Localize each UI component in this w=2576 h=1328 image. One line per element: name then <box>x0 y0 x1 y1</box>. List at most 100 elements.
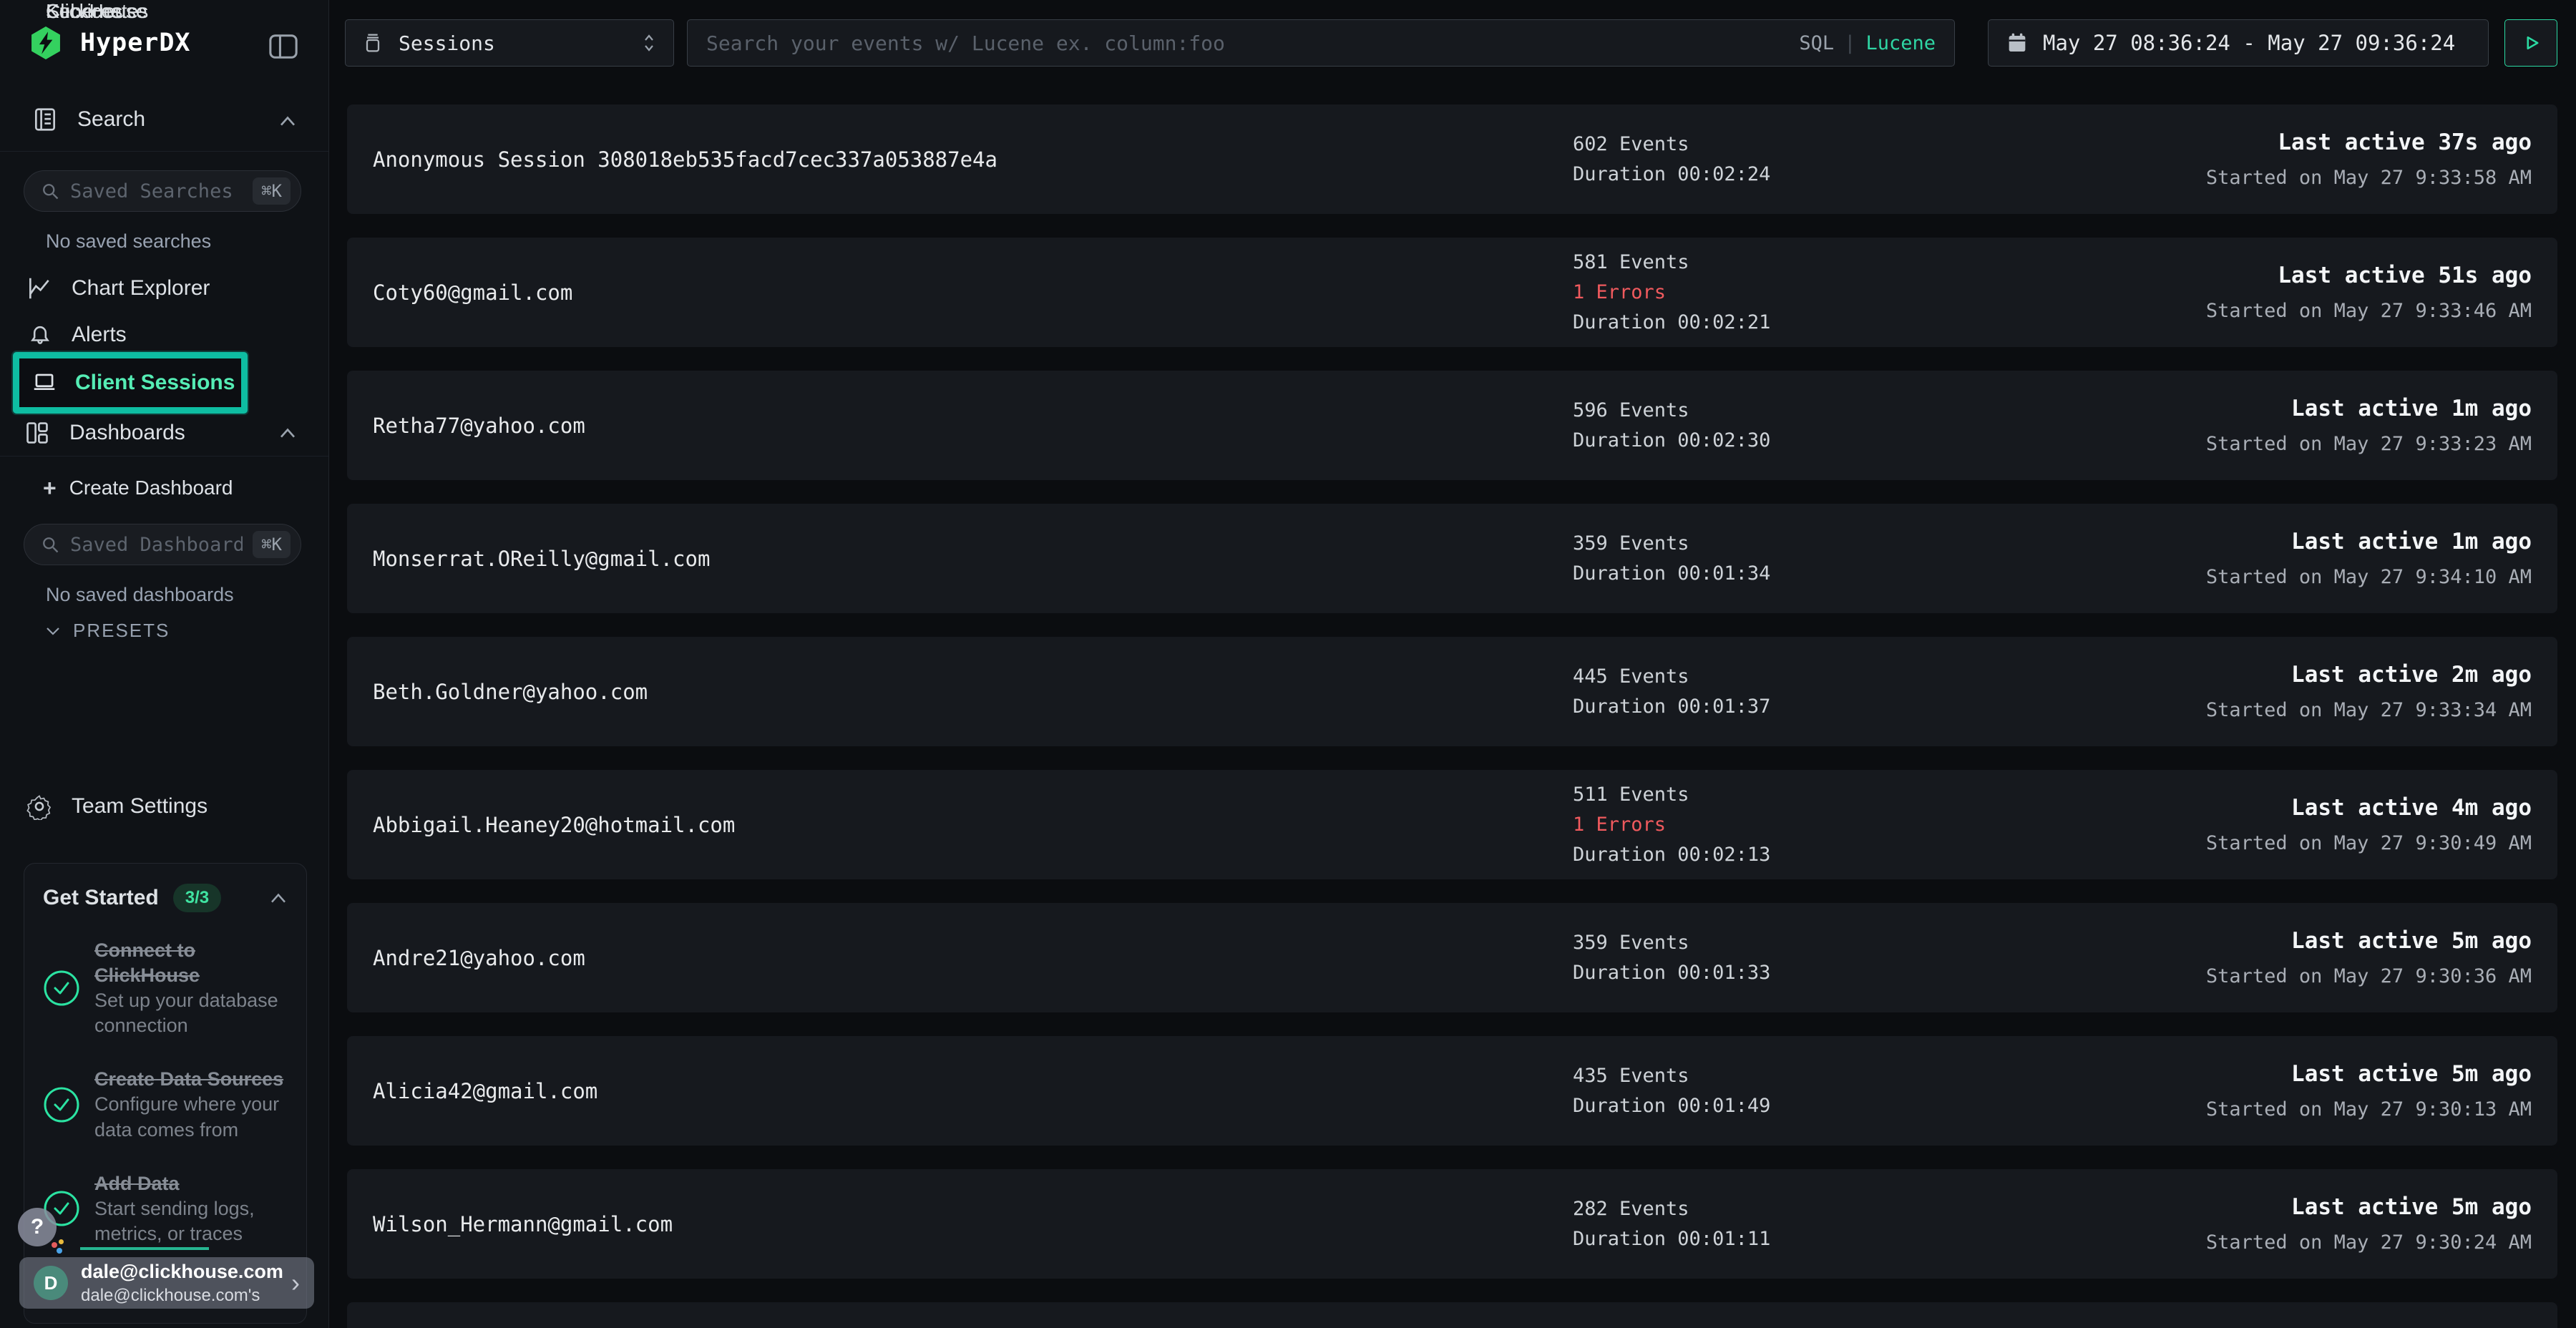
session-last-active: Last active 51s ago <box>2278 263 2532 288</box>
chevron-up-icon[interactable] <box>278 426 297 439</box>
session-times: Last active 5m ago Started on May 27 9:3… <box>2088 928 2532 987</box>
sidebar-collapse-icon[interactable] <box>267 31 300 62</box>
get-started-step-text: Connect to ClickHouse Set up your databa… <box>94 938 288 1038</box>
session-times: Last active 5m ago Started on May 27 9:3… <box>2088 1061 2532 1120</box>
get-started-step[interactable]: Connect to ClickHouse Set up your databa… <box>43 938 288 1038</box>
search-icon <box>40 181 60 201</box>
help-button[interactable]: ? <box>18 1208 57 1246</box>
session-events: 511 Events <box>1573 783 2088 806</box>
dashboards-label: Dashboards <box>69 421 185 445</box>
alerts-label: Alerts <box>72 323 127 347</box>
presets-toggle[interactable]: PRESETS <box>44 620 170 642</box>
shortcut-badge: ⌘K <box>253 531 291 558</box>
session-title: Abbigail.Heaney20@hotmail.com <box>373 813 1573 837</box>
session-duration: Duration 00:02:24 <box>1573 163 2088 185</box>
session-row[interactable]: Anonymous Session 308018eb535facd7cec337… <box>347 104 2557 214</box>
get-started-step-title: Connect to ClickHouse <box>94 938 288 988</box>
session-events: 602 Events <box>1573 133 2088 155</box>
client-sessions-label: Client Sessions <box>75 371 235 395</box>
chevron-up-icon[interactable] <box>278 114 297 127</box>
session-duration: Duration 00:02:21 <box>1573 311 2088 333</box>
session-list: Anonymous Session 308018eb535facd7cec337… <box>329 86 2576 1328</box>
session-started: Started on May 27 9:33:46 AM <box>2206 300 2532 322</box>
sidebar-item-client-sessions[interactable]: Client Sessions <box>13 352 248 414</box>
session-last-active: Last active 4m ago <box>2291 795 2532 821</box>
chevron-up-icon[interactable] <box>269 892 288 904</box>
get-started-title: Get Started <box>43 886 159 910</box>
get-started-header[interactable]: Get Started 3/3 <box>43 884 288 912</box>
session-title: Wilson_Hermann@gmail.com <box>373 1212 1573 1236</box>
lucene-mode-button[interactable]: Lucene <box>1865 32 1936 54</box>
session-title: Anonymous Session 308018eb535facd7cec337… <box>373 147 1573 172</box>
session-duration: Duration 00:01:34 <box>1573 562 2088 585</box>
session-row[interactable]: Monserrat.OReilly@gmail.com 359 Events D… <box>347 504 2557 613</box>
get-started-step[interactable]: Create Data Sources Configure where your… <box>43 1067 288 1142</box>
get-started-step-desc: Configure where your data comes from <box>94 1092 288 1142</box>
event-search-bar[interactable]: SQL | Lucene <box>687 19 1955 67</box>
session-times: Last active 51s ago Started on May 27 9:… <box>2088 263 2532 322</box>
session-row[interactable]: Retha77@yahoo.com 596 Events Duration 00… <box>347 371 2557 480</box>
sidebar-section-search[interactable]: Search <box>31 106 145 133</box>
session-last-active: Last active 5m ago <box>2291 1061 2532 1087</box>
shortcut-badge: ⌘K <box>253 177 291 205</box>
session-row[interactable]: Abbigail.Heaney20@hotmail.com 511 Events… <box>347 770 2557 879</box>
preset-item[interactable]: Kubernetes <box>46 0 148 23</box>
session-last-active: Last active 1m ago <box>2291 396 2532 421</box>
sidebar-item-chart-explorer[interactable]: Chart Explorer <box>26 275 210 302</box>
session-events: 359 Events <box>1573 532 2088 555</box>
saved-searches-input[interactable]: ⌘K <box>24 170 301 212</box>
source-selector[interactable]: Sessions <box>345 19 674 67</box>
session-started: Started on May 27 9:30:24 AM <box>2206 1231 2532 1254</box>
session-started: Started on May 27 9:30:49 AM <box>2206 832 2532 854</box>
session-started: Started on May 27 9:34:10 AM <box>2206 566 2532 588</box>
session-times: Last active 37s ago Started on May 27 9:… <box>2088 130 2532 189</box>
session-title: Alicia42@gmail.com <box>373 1079 1573 1103</box>
time-range-picker[interactable]: May 27 08:36:24 - May 27 09:36:24 <box>1988 19 2489 67</box>
session-row[interactable] <box>347 1302 2557 1328</box>
app-logo[interactable]: HyperDX <box>27 24 191 62</box>
sidebar: HyperDX Search ⌘K No saved searches Char… <box>0 0 329 1328</box>
session-duration: Duration 00:01:33 <box>1573 962 2088 984</box>
session-times: Last active 5m ago Started on May 27 9:3… <box>2088 1194 2532 1254</box>
session-started: Started on May 27 9:33:58 AM <box>2206 167 2532 189</box>
session-row[interactable]: Beth.Goldner@yahoo.com 445 Events Durati… <box>347 637 2557 746</box>
session-duration: Duration 00:01:37 <box>1573 695 2088 718</box>
search-icon <box>40 534 60 555</box>
create-dashboard-button[interactable]: + Create Dashboard <box>43 477 233 499</box>
session-duration: Duration 00:02:13 <box>1573 844 2088 866</box>
session-title: Monserrat.OReilly@gmail.com <box>373 547 1573 571</box>
app-title: HyperDX <box>80 29 191 57</box>
session-duration: Duration 00:01:49 <box>1573 1095 2088 1117</box>
get-started-step[interactable]: Add Data Start sending logs, metrics, or… <box>43 1171 288 1246</box>
session-row[interactable]: Alicia42@gmail.com 435 Events Duration 0… <box>347 1036 2557 1146</box>
session-stats: 445 Events Duration 00:01:37 <box>1573 665 2088 718</box>
user-menu[interactable]: D dale@clickhouse.com dale@clickhouse.co… <box>19 1257 314 1309</box>
query-language-toggle: SQL | Lucene <box>1799 32 1936 54</box>
saved-searches-field[interactable] <box>70 180 243 202</box>
run-query-button[interactable] <box>2504 19 2557 67</box>
session-row[interactable]: Coty60@gmail.com 581 Events 1 Errors Dur… <box>347 238 2557 347</box>
session-stats: 602 Events Duration 00:02:24 <box>1573 133 2088 185</box>
session-row[interactable]: Andre21@yahoo.com 359 Events Duration 00… <box>347 903 2557 1012</box>
session-events: 445 Events <box>1573 665 2088 688</box>
chevron-right-icon: › <box>291 1270 300 1296</box>
session-row[interactable]: Wilson_Hermann@gmail.com 282 Events Dura… <box>347 1169 2557 1279</box>
saved-dashboards-field[interactable] <box>70 534 243 556</box>
sidebar-item-alerts[interactable]: Alerts <box>27 322 127 348</box>
gear-icon <box>26 793 53 820</box>
topbar: Sessions SQL | Lucene May 27 08:36:24 - … <box>329 0 2576 86</box>
sidebar-item-team-settings[interactable]: Team Settings <box>26 793 208 820</box>
event-search-input[interactable] <box>706 31 1785 55</box>
no-saved-dashboards-note: No saved dashboards <box>46 584 234 606</box>
session-events: 435 Events <box>1573 1065 2088 1087</box>
sql-mode-button[interactable]: SQL <box>1799 32 1834 54</box>
saved-dashboards-input[interactable]: ⌘K <box>24 524 301 565</box>
get-started-steps: Connect to ClickHouse Set up your databa… <box>43 938 288 1246</box>
get-started-step-text: Create Data Sources Configure where your… <box>94 1067 288 1142</box>
session-last-active: Last active 2m ago <box>2291 662 2532 688</box>
laptop-icon <box>31 369 58 396</box>
sidebar-section-dashboards[interactable]: Dashboards <box>24 419 185 446</box>
get-started-step-text: Add Data Start sending logs, metrics, or… <box>94 1171 288 1246</box>
avatar: D <box>34 1266 68 1300</box>
session-duration: Duration 00:01:11 <box>1573 1228 2088 1250</box>
